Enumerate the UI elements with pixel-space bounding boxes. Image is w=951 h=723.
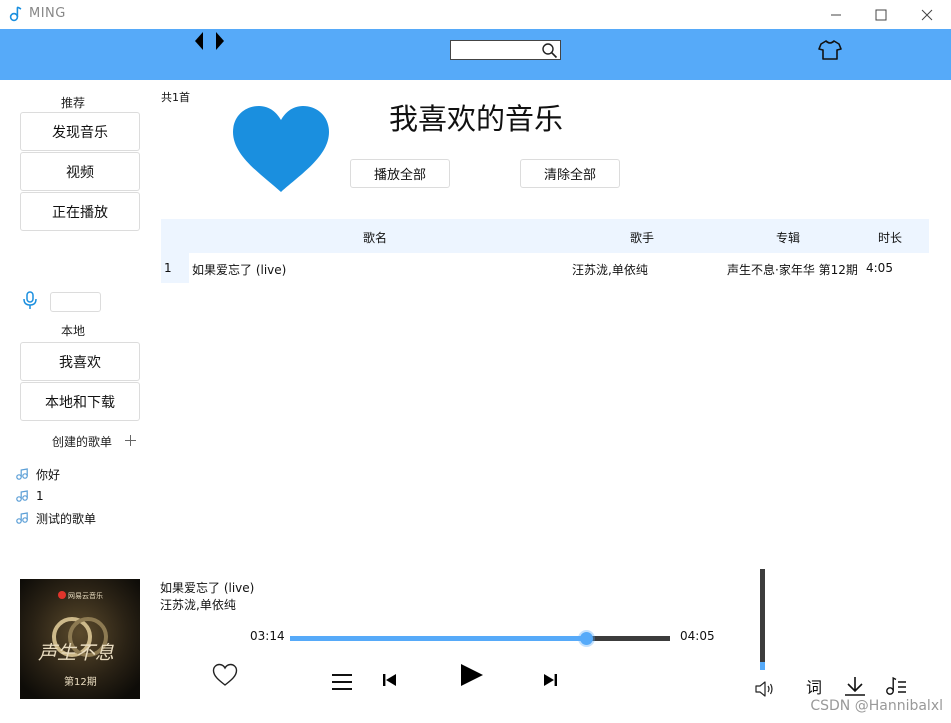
column-header-name[interactable]: 歌名 [363, 229, 387, 246]
heart-icon [233, 106, 329, 192]
maximize-icon [875, 9, 887, 20]
skin-tshirt-icon[interactable] [818, 39, 842, 61]
song-count: 共1首 [161, 91, 190, 104]
column-header-duration[interactable]: 时长 [878, 229, 902, 246]
maximize-button[interactable] [858, 0, 904, 29]
play-icon [461, 664, 483, 686]
playlist-note-icon [16, 468, 28, 480]
clear-all-button[interactable]: 清除全部 [520, 159, 620, 188]
table-row[interactable]: 1 如果爱忘了 (live) 汪苏泷,单依纯 声生不息·家年华 第12期 4:0… [161, 253, 929, 283]
playlist-name: 测试的歌单 [36, 511, 97, 526]
playlist-name: 你好 [36, 467, 61, 482]
minimize-button[interactable] [813, 0, 859, 29]
video-button[interactable]: 视频 [20, 152, 140, 191]
download-button[interactable] [842, 674, 868, 698]
column-header-artist[interactable]: 歌手 [630, 229, 654, 246]
playlist-queue-button[interactable] [329, 670, 355, 694]
playlist-item[interactable]: 你好 [16, 465, 60, 483]
song-queue-button[interactable] [883, 674, 909, 698]
next-button[interactable] [540, 670, 560, 690]
now-playing-button[interactable]: 正在播放 [20, 192, 140, 231]
local-and-download-button[interactable]: 本地和下载 [20, 382, 140, 421]
lyrics-button[interactable]: 词 [806, 674, 822, 698]
forward-arrow-icon[interactable] [216, 32, 224, 50]
playlist-item[interactable]: 1 [16, 487, 44, 505]
previous-button[interactable] [380, 670, 400, 690]
playlist-note-icon [16, 512, 28, 524]
playlist-item[interactable]: 测试的歌单 [16, 509, 96, 527]
close-button[interactable] [904, 0, 950, 29]
table-header: 歌名 歌手 专辑 时长 [161, 219, 929, 253]
search-input[interactable] [450, 40, 561, 60]
local-label: 本地 [60, 324, 85, 338]
heart-outline-icon [212, 663, 238, 686]
play-all-button[interactable]: 播放全部 [350, 159, 450, 188]
watermark-text: CSDN @Hannibalxl [810, 698, 943, 714]
current-time: 03:14 [250, 629, 285, 643]
row-artist: 汪苏泷,单依纯 [572, 263, 648, 277]
search-icon[interactable] [541, 42, 558, 59]
playlist-name: 1 [36, 489, 44, 503]
back-arrow-icon[interactable] [195, 32, 203, 50]
row-duration: 4:05 [866, 261, 893, 275]
page-title: 我喜欢的音乐 [389, 102, 564, 136]
app-window: MING 推荐 发现音乐 视频 正在播放 本地 我喜欢 本地和下载 创建的歌单 … [0, 0, 951, 723]
progress-handle[interactable] [580, 632, 594, 645]
svg-text:声生不息: 声生不息 [38, 642, 114, 664]
row-album: 声生不息·家年华 第12期 [727, 263, 858, 277]
discover-music-button[interactable]: 发现音乐 [20, 112, 140, 151]
window-title: MING [29, 6, 66, 21]
close-icon [921, 9, 933, 20]
microphone-icon[interactable] [22, 291, 38, 310]
volume-slider[interactable] [760, 569, 765, 670]
row-index: 1 [164, 261, 172, 275]
progress-bar[interactable] [290, 632, 670, 645]
nav-back-forward [195, 32, 224, 50]
now-playing-artist: 汪苏泷,单依纯 [160, 598, 236, 612]
next-track-icon [544, 674, 557, 686]
album-cover[interactable]: 网易云音乐 声生不息 第12期 [20, 579, 140, 699]
app-music-note-icon [9, 6, 22, 22]
add-playlist-plus-icon[interactable] [124, 434, 137, 447]
volume-fill [760, 661, 765, 670]
title-bar: MING [0, 0, 951, 29]
progress-fill [290, 636, 587, 641]
my-favorites-button[interactable]: 我喜欢 [20, 342, 140, 381]
minimize-icon [831, 14, 841, 15]
column-header-album[interactable]: 专辑 [776, 229, 800, 246]
created-playlists-label: 创建的歌单 [51, 435, 112, 449]
queue-list-icon [332, 674, 352, 690]
download-icon [845, 677, 865, 696]
voice-input-field[interactable] [50, 292, 101, 312]
music-list-icon [886, 676, 906, 695]
album-cover-art: 网易云音乐 声生不息 第12期 [20, 579, 140, 699]
play-button[interactable] [455, 660, 487, 690]
top-header [0, 29, 951, 80]
total-time: 04:05 [680, 629, 715, 643]
song-table: 歌名 歌手 专辑 时长 1 如果爱忘了 (live) 汪苏泷,单依纯 声生不息·… [161, 219, 929, 283]
recommend-label: 推荐 [60, 96, 85, 110]
like-button[interactable] [211, 661, 239, 689]
svg-text:第12期: 第12期 [64, 675, 97, 688]
previous-track-icon [383, 674, 396, 686]
row-song-name: 如果爱忘了 (live) [192, 263, 287, 277]
volume-button[interactable] [753, 678, 775, 700]
playlist-note-icon [16, 490, 28, 502]
speaker-icon [755, 681, 773, 697]
svg-text:网易云音乐: 网易云音乐 [68, 591, 103, 600]
now-playing-title: 如果爱忘了 (live) [160, 581, 255, 595]
